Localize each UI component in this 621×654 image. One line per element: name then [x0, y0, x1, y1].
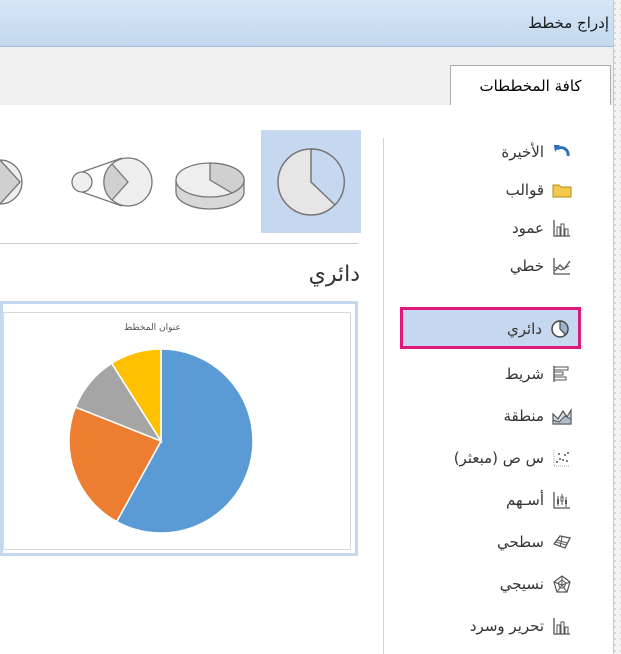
bar-of-pie-icon[interactable] [0, 130, 48, 233]
sidebar-item-label: منطقة [503, 407, 545, 425]
tab-all-charts[interactable]: كافة المخططات [450, 65, 611, 106]
sidebar-item-area[interactable]: منطقة [390, 399, 590, 433]
sidebar-item-bar[interactable]: شريط [390, 357, 590, 391]
pie-of-pie-icon[interactable] [64, 130, 156, 233]
gallery-divider [0, 243, 358, 244]
sidebar-item-label: خطي [509, 257, 544, 275]
pie-subtype-thumb-selected[interactable] [261, 130, 361, 233]
chart-preview[interactable]: عنوان المخطط [0, 301, 358, 556]
sidebar-item-label: سطحي [496, 533, 544, 551]
chart-preview-inner: عنوان المخطط [3, 312, 351, 550]
chart-subtype-gallery [0, 130, 362, 233]
sidebar-item-label: أسـهم [505, 491, 544, 509]
sidebar-item-column[interactable]: عمود [390, 211, 590, 245]
chart-type-title: دائري [308, 262, 360, 287]
sidebar-item-radar[interactable]: نسيجي [390, 567, 590, 601]
combo-chart-icon [553, 618, 570, 635]
sidebar-item-recent[interactable]: الأخيرة [390, 135, 590, 169]
sidebar-item-line[interactable]: خطي [390, 249, 590, 283]
sidebar-divider [383, 138, 384, 654]
folder-icon [552, 184, 572, 198]
sidebar-item-label: شريط [504, 365, 544, 383]
line-chart-icon [553, 258, 571, 275]
radar-chart-icon [553, 575, 571, 593]
bar-chart-icon [553, 366, 569, 382]
sidebar-item-label: قوالب [505, 181, 544, 199]
surface-chart-icon [552, 535, 571, 549]
sidebar-item-label: الأخيرة [501, 143, 544, 161]
area-chart-icon [552, 407, 572, 425]
sidebar-item-scatter[interactable]: س ص (مبعثر) [390, 441, 590, 475]
sidebar-item-label: تحرير وسرد [469, 617, 544, 635]
undo-arrow-icon [554, 145, 570, 157]
pie-2d-icon [277, 148, 346, 216]
sidebar-item-surface[interactable]: سطحي [390, 525, 590, 559]
sidebar-item-pie[interactable]: دائري [400, 307, 581, 349]
dialog-title: إدراج مخطط [528, 14, 609, 32]
title-bar[interactable]: إدراج مخطط [0, 0, 613, 47]
sidebar-item-label: نسيجي [499, 575, 544, 593]
sidebar-item-label: س ص (مبعثر) [453, 449, 544, 467]
sidebar-item-combo[interactable]: تحرير وسرد [390, 609, 590, 643]
preview-pie-chart [68, 348, 254, 534]
sidebar-item-templates[interactable]: قوالب [390, 173, 590, 207]
sidebar-item-stock[interactable]: أسـهم [390, 483, 590, 517]
sidebar-item-label: دائري [506, 320, 542, 338]
insert-chart-dialog: إدراج مخطط كافة المخططات دائري عنوان الم… [0, 0, 614, 654]
sidebar-item-label: عمود [511, 219, 544, 237]
tab-strip: كافة المخططات [0, 47, 613, 106]
stock-chart-icon [553, 492, 570, 509]
pie-chart-icon [551, 320, 569, 338]
pie-3d-icon[interactable] [170, 130, 250, 233]
column-chart-icon [553, 220, 570, 237]
scatter-chart-icon [553, 450, 570, 467]
